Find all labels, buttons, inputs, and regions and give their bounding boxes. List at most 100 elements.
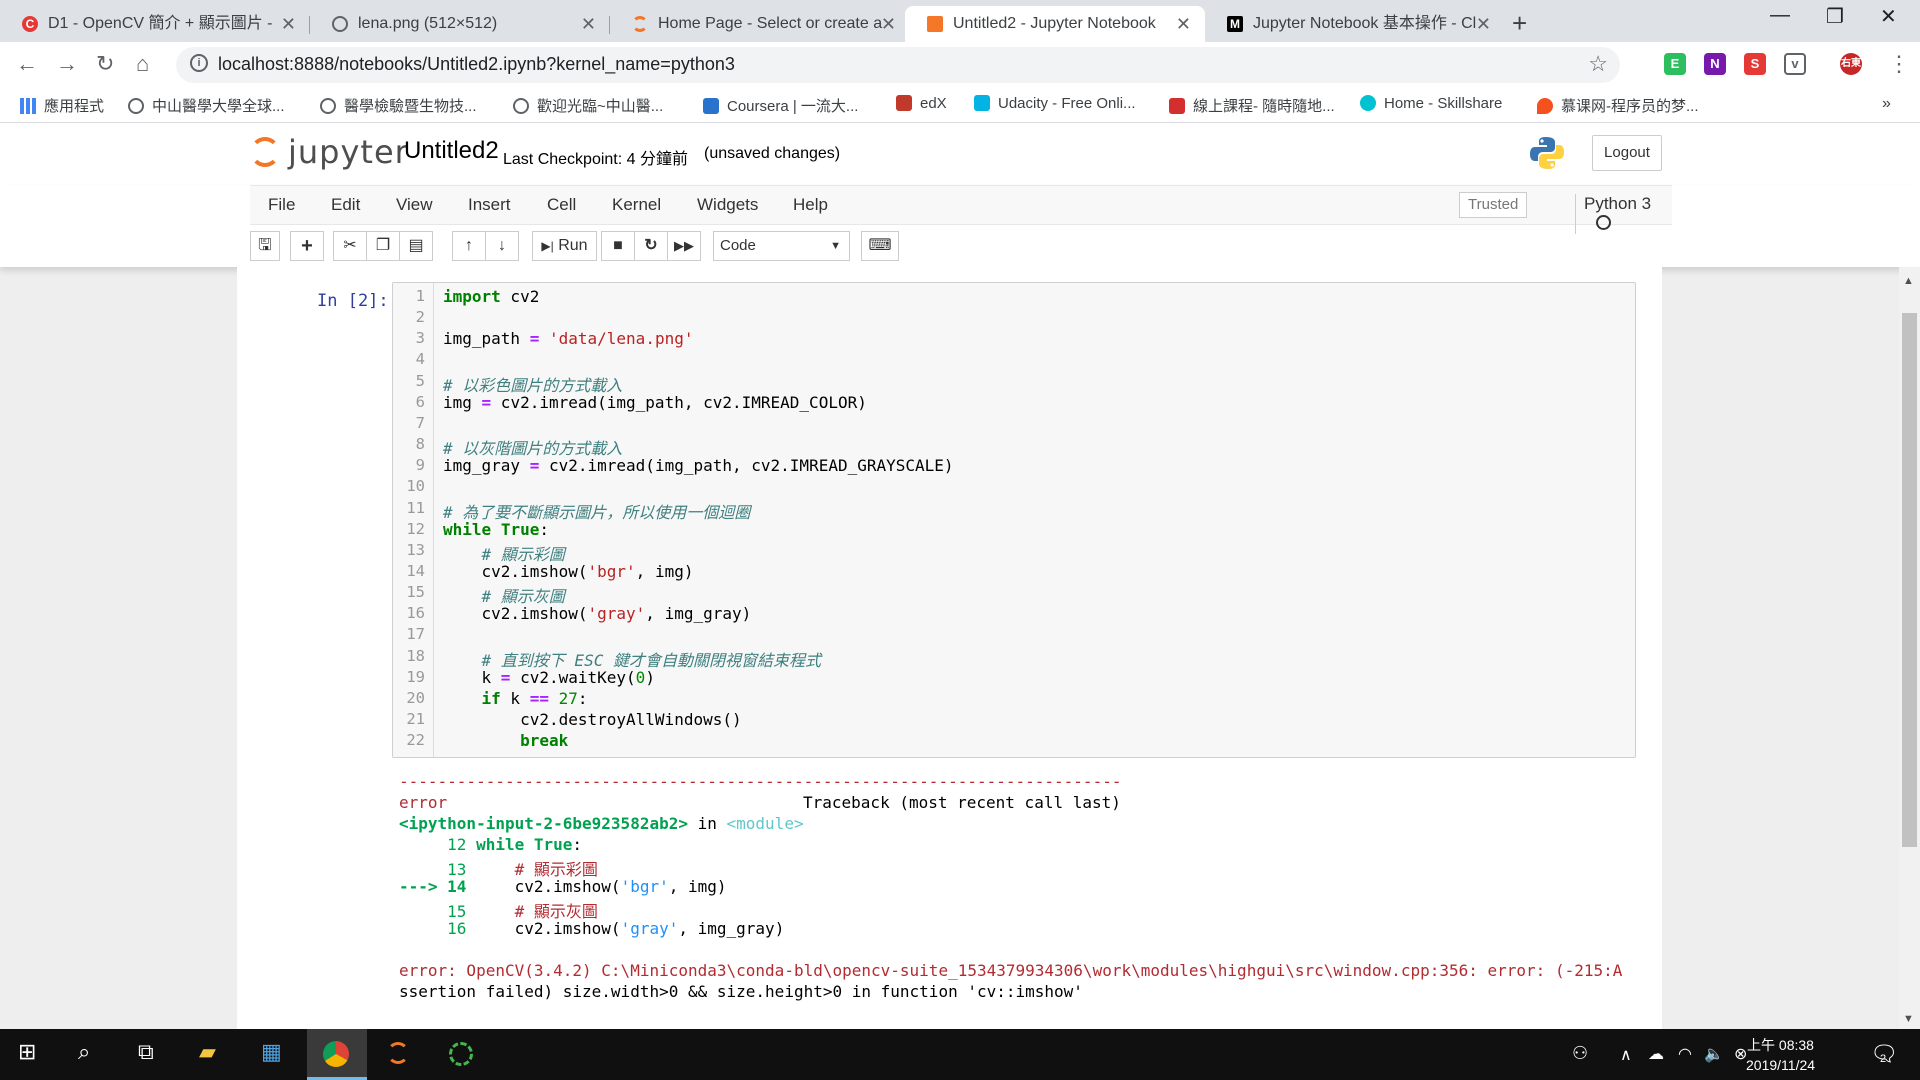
chevron-up-icon[interactable]: ∧ bbox=[1620, 1045, 1632, 1065]
line-number: 17 bbox=[406, 625, 425, 644]
browser-tab[interactable]: lena.png (512×512) ✕ bbox=[310, 6, 610, 42]
line-number: 11 bbox=[406, 498, 425, 517]
people-icon[interactable]: ⚇ bbox=[1572, 1043, 1588, 1064]
line-number: 14 bbox=[406, 561, 425, 580]
chrome-menu-icon[interactable]: ⋮ bbox=[1888, 51, 1910, 77]
profile-avatar[interactable]: 右東 bbox=[1840, 53, 1862, 75]
jupyter-app[interactable] bbox=[369, 1029, 429, 1080]
restart-button[interactable]: ↻ bbox=[634, 231, 668, 261]
bookmark-label: 中山醫學大學全球... bbox=[152, 98, 285, 115]
menu-insert[interactable]: Insert bbox=[468, 195, 511, 215]
close-tab-icon[interactable]: ✕ bbox=[281, 6, 296, 42]
logout-button[interactable]: Logout bbox=[1592, 135, 1662, 171]
close-window-icon[interactable]: ✕ bbox=[1880, 4, 1897, 29]
anaconda-app[interactable] bbox=[431, 1029, 491, 1080]
scissors-icon: ✂ bbox=[343, 237, 357, 254]
line-number: 18 bbox=[406, 646, 425, 665]
volume-icon[interactable]: 🔈 bbox=[1704, 1044, 1724, 1064]
command-palette-button[interactable]: ⌨ bbox=[861, 231, 899, 261]
code-editor[interactable]: 1 2 3 4 5 6 7 8 9 10 11 12 13 14 15 16 17 18 19 20 21 22 impo… bbox=[392, 282, 1636, 758]
bookmark-star-icon[interactable]: ☆ bbox=[1588, 51, 1608, 77]
page-scrollbar[interactable]: ▲ ▼ bbox=[1899, 267, 1920, 1029]
restart-run-all-button[interactable]: ▶▶ bbox=[667, 231, 701, 261]
bookmark-item[interactable]: edX bbox=[896, 95, 947, 112]
reload-icon[interactable]: ↻ bbox=[96, 51, 114, 77]
minimize-icon[interactable]: — bbox=[1770, 4, 1790, 27]
bookmark-item[interactable]: 線上課程- 隨時隨地... bbox=[1169, 95, 1335, 116]
interrupt-button[interactable]: ■ bbox=[601, 231, 635, 261]
bookmark-item[interactable]: Home - Skillshare bbox=[1360, 95, 1502, 112]
search-icon[interactable]: ⌕ bbox=[78, 1039, 90, 1065]
wifi-icon[interactable]: ◠ bbox=[1678, 1044, 1692, 1064]
s-extension-icon[interactable]: S bbox=[1744, 53, 1766, 75]
menu-file[interactable]: File bbox=[268, 195, 295, 215]
chrome-app[interactable] bbox=[307, 1029, 367, 1080]
line-number: 6 bbox=[415, 392, 425, 411]
system-clock[interactable]: 上午 08:38 2019/11/24 bbox=[1746, 1035, 1815, 1075]
menu-view[interactable]: View bbox=[396, 195, 433, 215]
error-message-line-1: error: OpenCV(3.4.2) C:\Miniconda3\conda… bbox=[399, 961, 1622, 980]
bookmark-item[interactable]: 慕课网-程序员的梦... bbox=[1537, 95, 1699, 116]
scrollbar-thumb[interactable] bbox=[1902, 313, 1917, 847]
run-button[interactable]: ▶| Run bbox=[532, 231, 597, 261]
store-app[interactable]: ▦ bbox=[245, 1029, 305, 1080]
paste-button[interactable]: ▤ bbox=[399, 231, 433, 261]
browser-tab[interactable]: Home Page - Select or create a ✕ bbox=[610, 6, 910, 42]
menu-cell[interactable]: Cell bbox=[547, 195, 576, 215]
close-tab-icon[interactable]: ✕ bbox=[881, 6, 896, 42]
menu-help[interactable]: Help bbox=[793, 195, 828, 215]
close-tab-icon[interactable]: ✕ bbox=[581, 6, 596, 42]
close-tab-icon[interactable]: ✕ bbox=[1476, 6, 1491, 42]
in-word: in bbox=[687, 814, 727, 833]
chrome-icon bbox=[323, 1041, 349, 1067]
browser-tab-active[interactable]: Untitled2 - Jupyter Notebook ✕ bbox=[905, 6, 1205, 42]
more-bookmarks-icon[interactable]: » bbox=[1882, 95, 1891, 113]
task-view-icon[interactable]: ⧉ bbox=[138, 1039, 154, 1065]
url-text[interactable]: localhost:8888/notebooks/Untitled2.ipynb… bbox=[218, 54, 735, 75]
tab-title: Untitled2 - Jupyter Notebook bbox=[953, 15, 1156, 32]
notebook-name[interactable]: Untitled2 bbox=[404, 137, 499, 165]
forward-icon[interactable]: → bbox=[56, 51, 78, 77]
bookmark-item[interactable]: Udacity - Free Onli... bbox=[974, 95, 1136, 112]
onenote-extension-icon[interactable]: N bbox=[1704, 53, 1726, 75]
scroll-down-icon[interactable]: ▼ bbox=[1903, 1013, 1914, 1025]
cell-type-select[interactable]: Code ▼ bbox=[713, 231, 850, 261]
home-icon[interactable]: ⌂ bbox=[136, 51, 149, 77]
bookmark-label: 慕课网-程序员的梦... bbox=[1561, 98, 1699, 115]
onedrive-cloud-icon[interactable]: ☁ bbox=[1648, 1044, 1664, 1064]
evernote-extension-icon[interactable]: E bbox=[1664, 53, 1686, 75]
close-tab-icon[interactable]: ✕ bbox=[1176, 6, 1191, 42]
bookmark-item[interactable]: 中山醫學大學全球... bbox=[128, 95, 285, 116]
trusted-indicator[interactable]: Trusted bbox=[1459, 192, 1528, 218]
pocket-extension-icon[interactable]: v bbox=[1784, 53, 1806, 75]
code-line: import cv2 bbox=[443, 287, 540, 306]
line-number: 22 bbox=[406, 731, 425, 750]
scroll-up-icon[interactable]: ▲ bbox=[1903, 275, 1914, 287]
address-bar[interactable]: i localhost:8888/notebooks/Untitled2.ipy… bbox=[176, 47, 1620, 83]
move-down-button[interactable]: ↓ bbox=[485, 231, 519, 261]
save-button[interactable]: 🖫 bbox=[250, 231, 280, 261]
windows-start-icon[interactable]: ⊞ bbox=[18, 1039, 36, 1065]
menu-edit[interactable]: Edit bbox=[331, 195, 360, 215]
site-info-icon[interactable]: i bbox=[190, 54, 208, 72]
bookmark-item[interactable]: 醫學檢驗暨生物技... bbox=[320, 95, 477, 116]
bookmark-item[interactable]: 歡迎光臨~中山醫... bbox=[513, 95, 663, 116]
cut-button[interactable]: ✂ bbox=[333, 231, 367, 261]
menu-kernel[interactable]: Kernel bbox=[612, 195, 661, 215]
restore-icon[interactable]: ❐ bbox=[1826, 4, 1844, 29]
anaconda-icon bbox=[449, 1042, 473, 1066]
bookmark-apps[interactable]: 應用程式 bbox=[20, 95, 104, 116]
menu-widgets[interactable]: Widgets bbox=[697, 195, 758, 215]
browser-tab[interactable]: C D1 - OpenCV 簡介 + 顯示圖片 - ✕ bbox=[0, 6, 310, 42]
browser-tab[interactable]: M Jupyter Notebook 基本操作 - Cl ✕ bbox=[1205, 6, 1505, 42]
move-up-button[interactable]: ↑ bbox=[452, 231, 486, 261]
fast-forward-icon: ▶▶ bbox=[674, 238, 694, 253]
new-tab-icon[interactable]: + bbox=[1512, 8, 1527, 39]
save-icon: 🖫 bbox=[258, 237, 272, 254]
back-icon[interactable]: ← bbox=[16, 51, 38, 77]
bookmark-item[interactable]: Coursera | 一流大... bbox=[703, 95, 858, 116]
insert-cell-button[interactable]: + bbox=[290, 231, 324, 261]
copy-button[interactable]: ❐ bbox=[366, 231, 400, 261]
file-explorer-app[interactable]: ▰ bbox=[183, 1029, 243, 1080]
windows-taskbar: ⊞ ⌕ ⧉ ▰ ▦ ⚇ ∧ ☁ ◠ 🔈 ⊗ 上午 08:38 2019/11/2… bbox=[0, 1029, 1920, 1080]
